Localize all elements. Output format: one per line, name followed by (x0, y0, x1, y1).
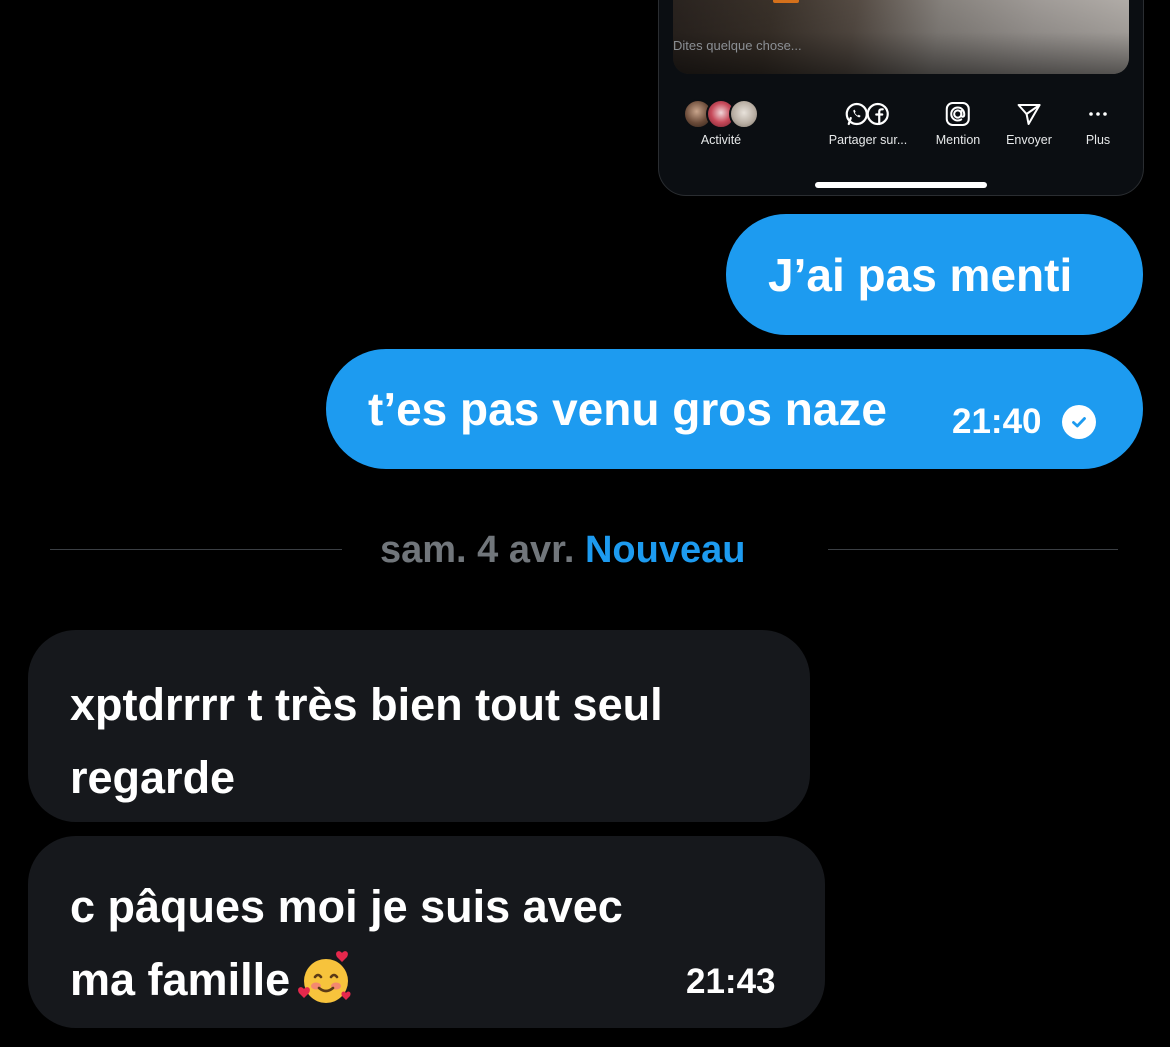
message-timestamp: 21:40 (952, 402, 1042, 441)
message-meta: 21:43 (686, 962, 776, 1002)
activity-button[interactable]: Activité (683, 99, 759, 147)
divider (828, 549, 1118, 550)
outgoing-message-bubble[interactable]: t’es pas venu gros naze 21:40 (326, 349, 1143, 469)
mention-label: Mention (935, 133, 981, 147)
send-label: Envoyer (1006, 133, 1052, 147)
avatar (729, 99, 759, 129)
at-sign-icon (936, 99, 980, 129)
new-messages-label: Nouveau (584, 529, 746, 571)
more-button[interactable]: Plus (1085, 99, 1111, 147)
reply-input[interactable]: Dites quelque chose... (673, 38, 802, 53)
date-separator: sam. 4 avr. Nouveau (50, 528, 1118, 572)
separator-date: sam. 4 avr. (380, 529, 575, 571)
activity-avatars (683, 99, 759, 129)
share-to-label: Partager sur... (828, 133, 908, 147)
read-check-icon (1061, 405, 1096, 439)
message-text: J’ai pas menti (768, 249, 1073, 301)
more-label: Plus (1085, 133, 1111, 147)
send-button[interactable]: Envoyer (1006, 99, 1052, 147)
message-text: t’es pas venu gros naze (368, 383, 887, 435)
shared-post-card[interactable]: Dites quelque chose... Activité Partager (658, 0, 1144, 196)
home-indicator (815, 182, 987, 188)
activity-label: Activité (700, 133, 742, 147)
share-actions-bar: Activité Partager sur... Mention Envoyer… (659, 99, 1143, 159)
whatsapp-facebook-icon (829, 99, 908, 129)
send-paper-plane-icon (1006, 99, 1052, 129)
share-to-button[interactable]: Partager sur... (828, 99, 908, 147)
message-timestamp: 21:43 (686, 962, 776, 1001)
outgoing-message-bubble[interactable]: J’ai pas menti (726, 214, 1143, 335)
mention-button[interactable]: Mention (936, 99, 980, 147)
separator-label: sam. 4 avr. Nouveau (380, 528, 745, 572)
divider (50, 549, 342, 550)
more-dots-icon (1085, 99, 1111, 129)
shared-post-image (673, 0, 1129, 74)
message-text: xptdrrrr t très bien tout seul regarde (70, 679, 663, 803)
message-meta: 21:40 (952, 402, 1096, 442)
message-text-wrap: c pâques moi je suis avec ma famille (70, 870, 690, 1016)
incoming-message-bubble[interactable]: xptdrrrr t très bien tout seul regarde (28, 630, 810, 822)
smiling-face-with-hearts-icon (296, 949, 356, 1009)
incoming-message-bubble[interactable]: c pâques moi je suis avec ma famille 21:… (28, 836, 825, 1028)
